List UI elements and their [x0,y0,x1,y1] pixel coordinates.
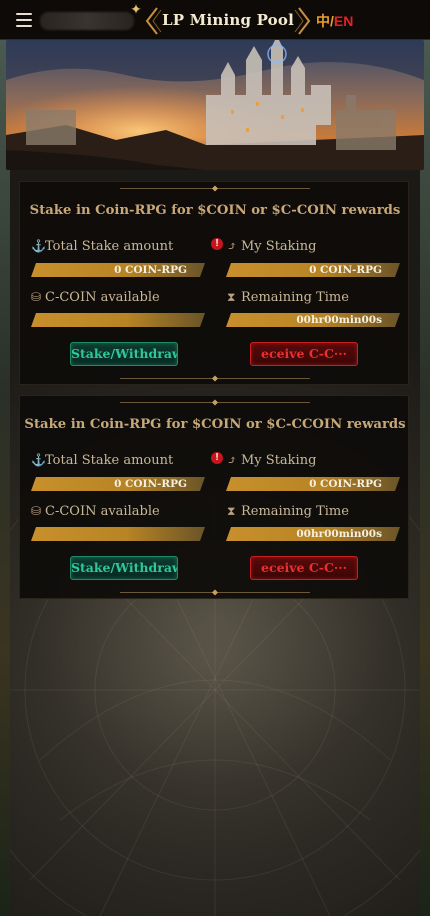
blurred-user-info [40,12,134,30]
total-stake-bar: 0 COIN-RPG [31,263,205,277]
top-bar: ✦ LP Mining Pool 中/EN [0,0,430,40]
warning-badge-icon[interactable]: ! [211,452,223,464]
remaining-time-label: ⧗ Remaining Time [227,504,349,519]
coin-stack-icon: ⛁ [31,504,42,518]
panel-top-divider [120,185,310,192]
pool-title: Stake in Coin-RPG for $COIN or $C-CCOIN … [24,417,406,432]
warning-badge-icon[interactable]: ! [211,238,223,250]
panel-bottom-divider [120,375,310,382]
panel-top-divider [120,399,310,406]
pool-panel: Stake in Coin-RPG for $COIN or $C-CCOIN … [19,395,409,599]
hourglass-icon: ⧗ [227,504,236,518]
chart-up-icon: ⤴ [227,453,238,467]
total-stake-label: ⚓Total Stake amount [31,239,174,254]
receive-ccoin-button[interactable]: eceive C-C··· [250,556,358,580]
panel-bottom-divider [120,589,310,596]
lang-en-option[interactable]: EN [334,13,353,29]
anchor-icon: ⚓ [31,239,46,253]
ccoin-available-bar [31,313,205,327]
pool-panel: Stake in Coin-RPG for $COIN or $C-COIN r… [19,181,409,385]
remaining-time-label: ⧗ Remaining Time [227,290,349,305]
language-switcher[interactable]: 中/EN [316,11,353,31]
pool-title: Stake in Coin-RPG for $COIN or $C-COIN r… [29,203,401,218]
right-edge-art [420,40,430,916]
castle-banner-image [6,40,424,170]
stake-withdraw-button[interactable]: Stake/Withdraw [70,556,178,580]
left-edge-art [0,40,10,916]
ccoin-available-bar [31,527,205,541]
lang-zh-option[interactable]: 中 [316,13,330,29]
ccoin-available-label: ⛁ C-COIN available [31,504,160,519]
page-title: LP Mining Pool [162,11,294,29]
hamburger-icon[interactable] [16,13,32,27]
total-stake-label: ⚓Total Stake amount [31,453,174,468]
total-stake-bar: 0 COIN-RPG [31,477,205,491]
hourglass-icon: ⧗ [227,290,236,304]
my-staking-bar: 0 COIN-RPG [226,263,400,277]
sparkle-icon: ✦ [130,2,142,18]
chart-up-icon: ⤴ [227,239,238,253]
my-staking-label: ⤴ My Staking [227,239,317,254]
my-staking-label: ⤴ My Staking [227,453,317,468]
my-staking-bar: 0 COIN-RPG [226,477,400,491]
ccoin-available-label: ⛁ C-COIN available [31,290,160,305]
remaining-time-bar: 00hr00min00s [226,313,400,327]
title-frame: LP Mining Pool [145,6,311,36]
receive-ccoin-button[interactable]: eceive C-C··· [250,342,358,366]
anchor-icon: ⚓ [31,453,46,467]
remaining-time-bar: 00hr00min00s [226,527,400,541]
coin-stack-icon: ⛁ [31,290,42,304]
stake-withdraw-button[interactable]: Stake/Withdraw [70,342,178,366]
